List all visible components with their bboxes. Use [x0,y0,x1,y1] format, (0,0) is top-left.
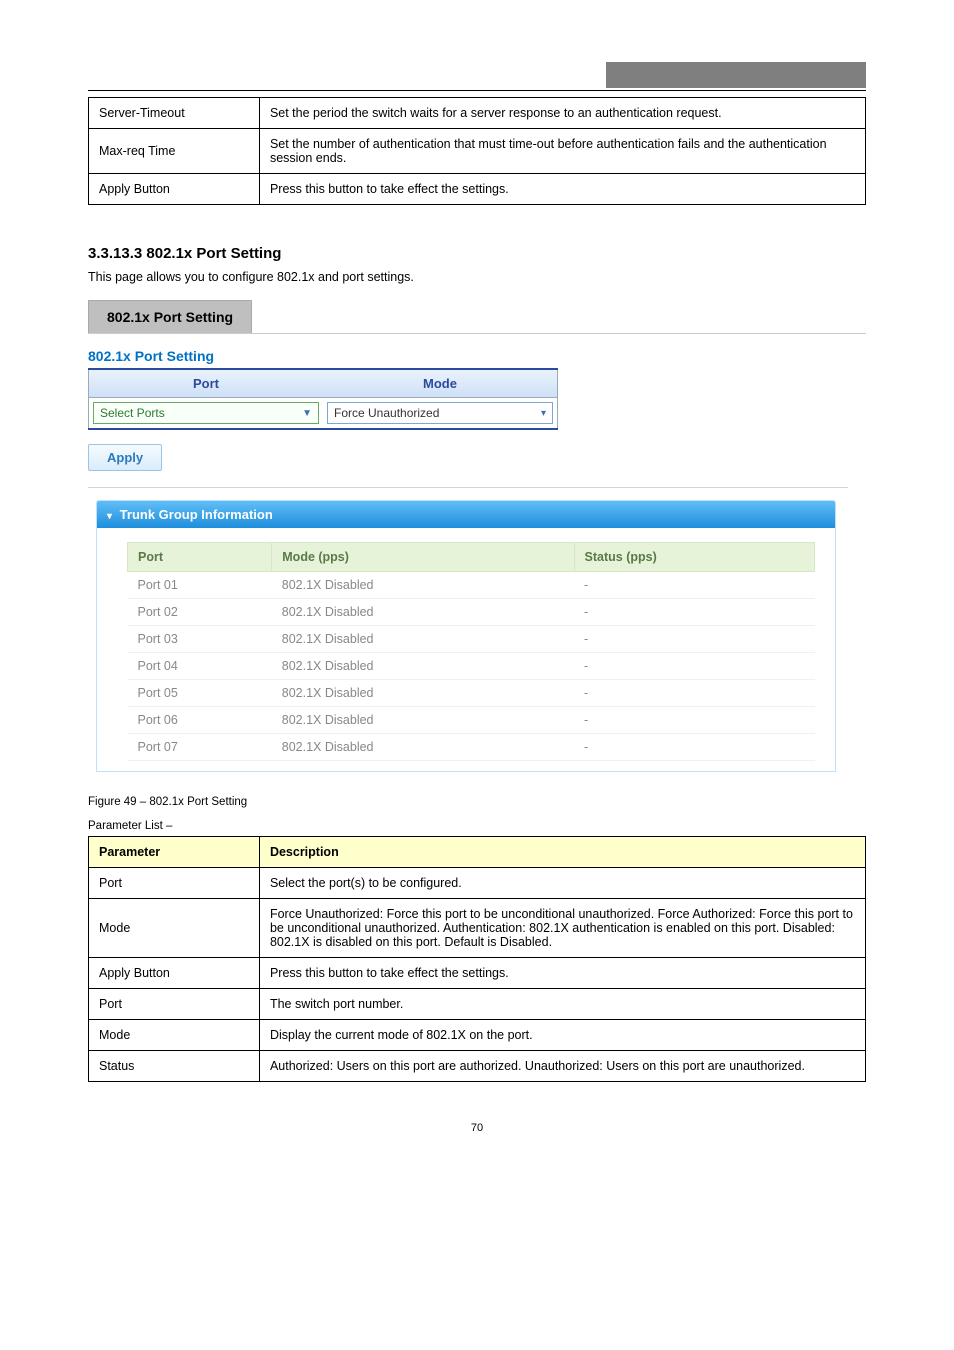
col-header-port: Port [89,370,324,398]
col-header-port: Port [128,543,272,572]
param-key: Max-req Time [89,129,260,174]
col-header-mode: Mode [323,370,558,398]
table-row: Port 05802.1X Disabled- [128,680,815,707]
params-header-desc: Description [259,837,865,868]
param-val: Set the period the switch waits for a se… [259,98,865,129]
col-header-mode: Mode (pps) [272,543,574,572]
tab-port-setting[interactable]: 802.1x Port Setting [88,300,252,333]
table-row: Port 04802.1X Disabled- [128,653,815,680]
mode-select-dropdown[interactable]: Force Unauthorized ▾ [327,402,553,424]
port-mode-select-table: Port Mode Select Ports ▼ Force Unauthori… [88,370,558,430]
table-row: PortSelect the port(s) to be configured. [89,868,866,899]
embedded-screenshot-port-setting: 802.1x Port Setting 802.1x Port Setting … [88,300,866,772]
param-key: Apply Button [89,174,260,205]
page-number: 70 [88,1122,866,1134]
panel-title: Trunk Group Information [120,507,273,522]
table-row: ModeDisplay the current mode of 802.1X o… [89,1020,866,1051]
table-row: PortThe switch port number. [89,989,866,1020]
table-row: Apply Button Press this button to take e… [89,174,866,205]
table-row: Port 07802.1X Disabled- [128,734,815,761]
chevron-down-icon: ▼ [302,408,312,419]
port-select-value: Select Ports [100,406,165,420]
figure-caption: Figure 49 – 802.1x Port Setting [88,796,866,808]
port-select-dropdown[interactable]: Select Ports ▼ [93,402,319,424]
panel-heading: 802.1x Port Setting [88,348,558,370]
table-row: ModeForce Unauthorized: Force this port … [89,899,866,958]
top-params-table: Server-Timeout Set the period the switch… [88,97,866,205]
header-grey-bar [606,62,866,88]
param-key: Server-Timeout [89,98,260,129]
trunk-group-info-table: Port Mode (pps) Status (pps) Port 01802.… [127,542,815,761]
section-description: This page allows you to configure 802.1x… [88,270,866,284]
chevron-down-icon: ▾ [541,408,546,419]
table-row: Server-Timeout Set the period the switch… [89,98,866,129]
mode-select-value: Force Unauthorized [334,406,439,420]
params-table: Parameter Description PortSelect the por… [88,836,866,1082]
table-row: Port 06802.1X Disabled- [128,707,815,734]
table-row: StatusAuthorized: Users on this port are… [89,1051,866,1082]
table-row: Port 03802.1X Disabled- [128,626,815,653]
trunk-group-info-panel: ▾ Trunk Group Information Port Mode (pps… [96,500,836,772]
table-row: Port 02802.1X Disabled- [128,599,815,626]
param-val: Set the number of authentication that mu… [259,129,865,174]
apply-button[interactable]: Apply [88,444,162,471]
table-row: Max-req Time Set the number of authentic… [89,129,866,174]
header-rule [88,90,866,91]
col-header-status: Status (pps) [574,543,814,572]
panel-header[interactable]: ▾ Trunk Group Information [97,501,835,528]
parameter-list-caption: Parameter List – [88,820,866,832]
chevron-down-icon: ▾ [107,511,112,522]
separator-rule [88,487,848,488]
table-row: Apply ButtonPress this button to take ef… [89,958,866,989]
table-row: Port 01802.1X Disabled- [128,572,815,599]
section-number-title: 3.3.13.3 802.1x Port Setting [88,245,866,262]
param-val: Press this button to take effect the set… [259,174,865,205]
tab-rule [88,333,866,334]
params-header-param: Parameter [89,837,260,868]
